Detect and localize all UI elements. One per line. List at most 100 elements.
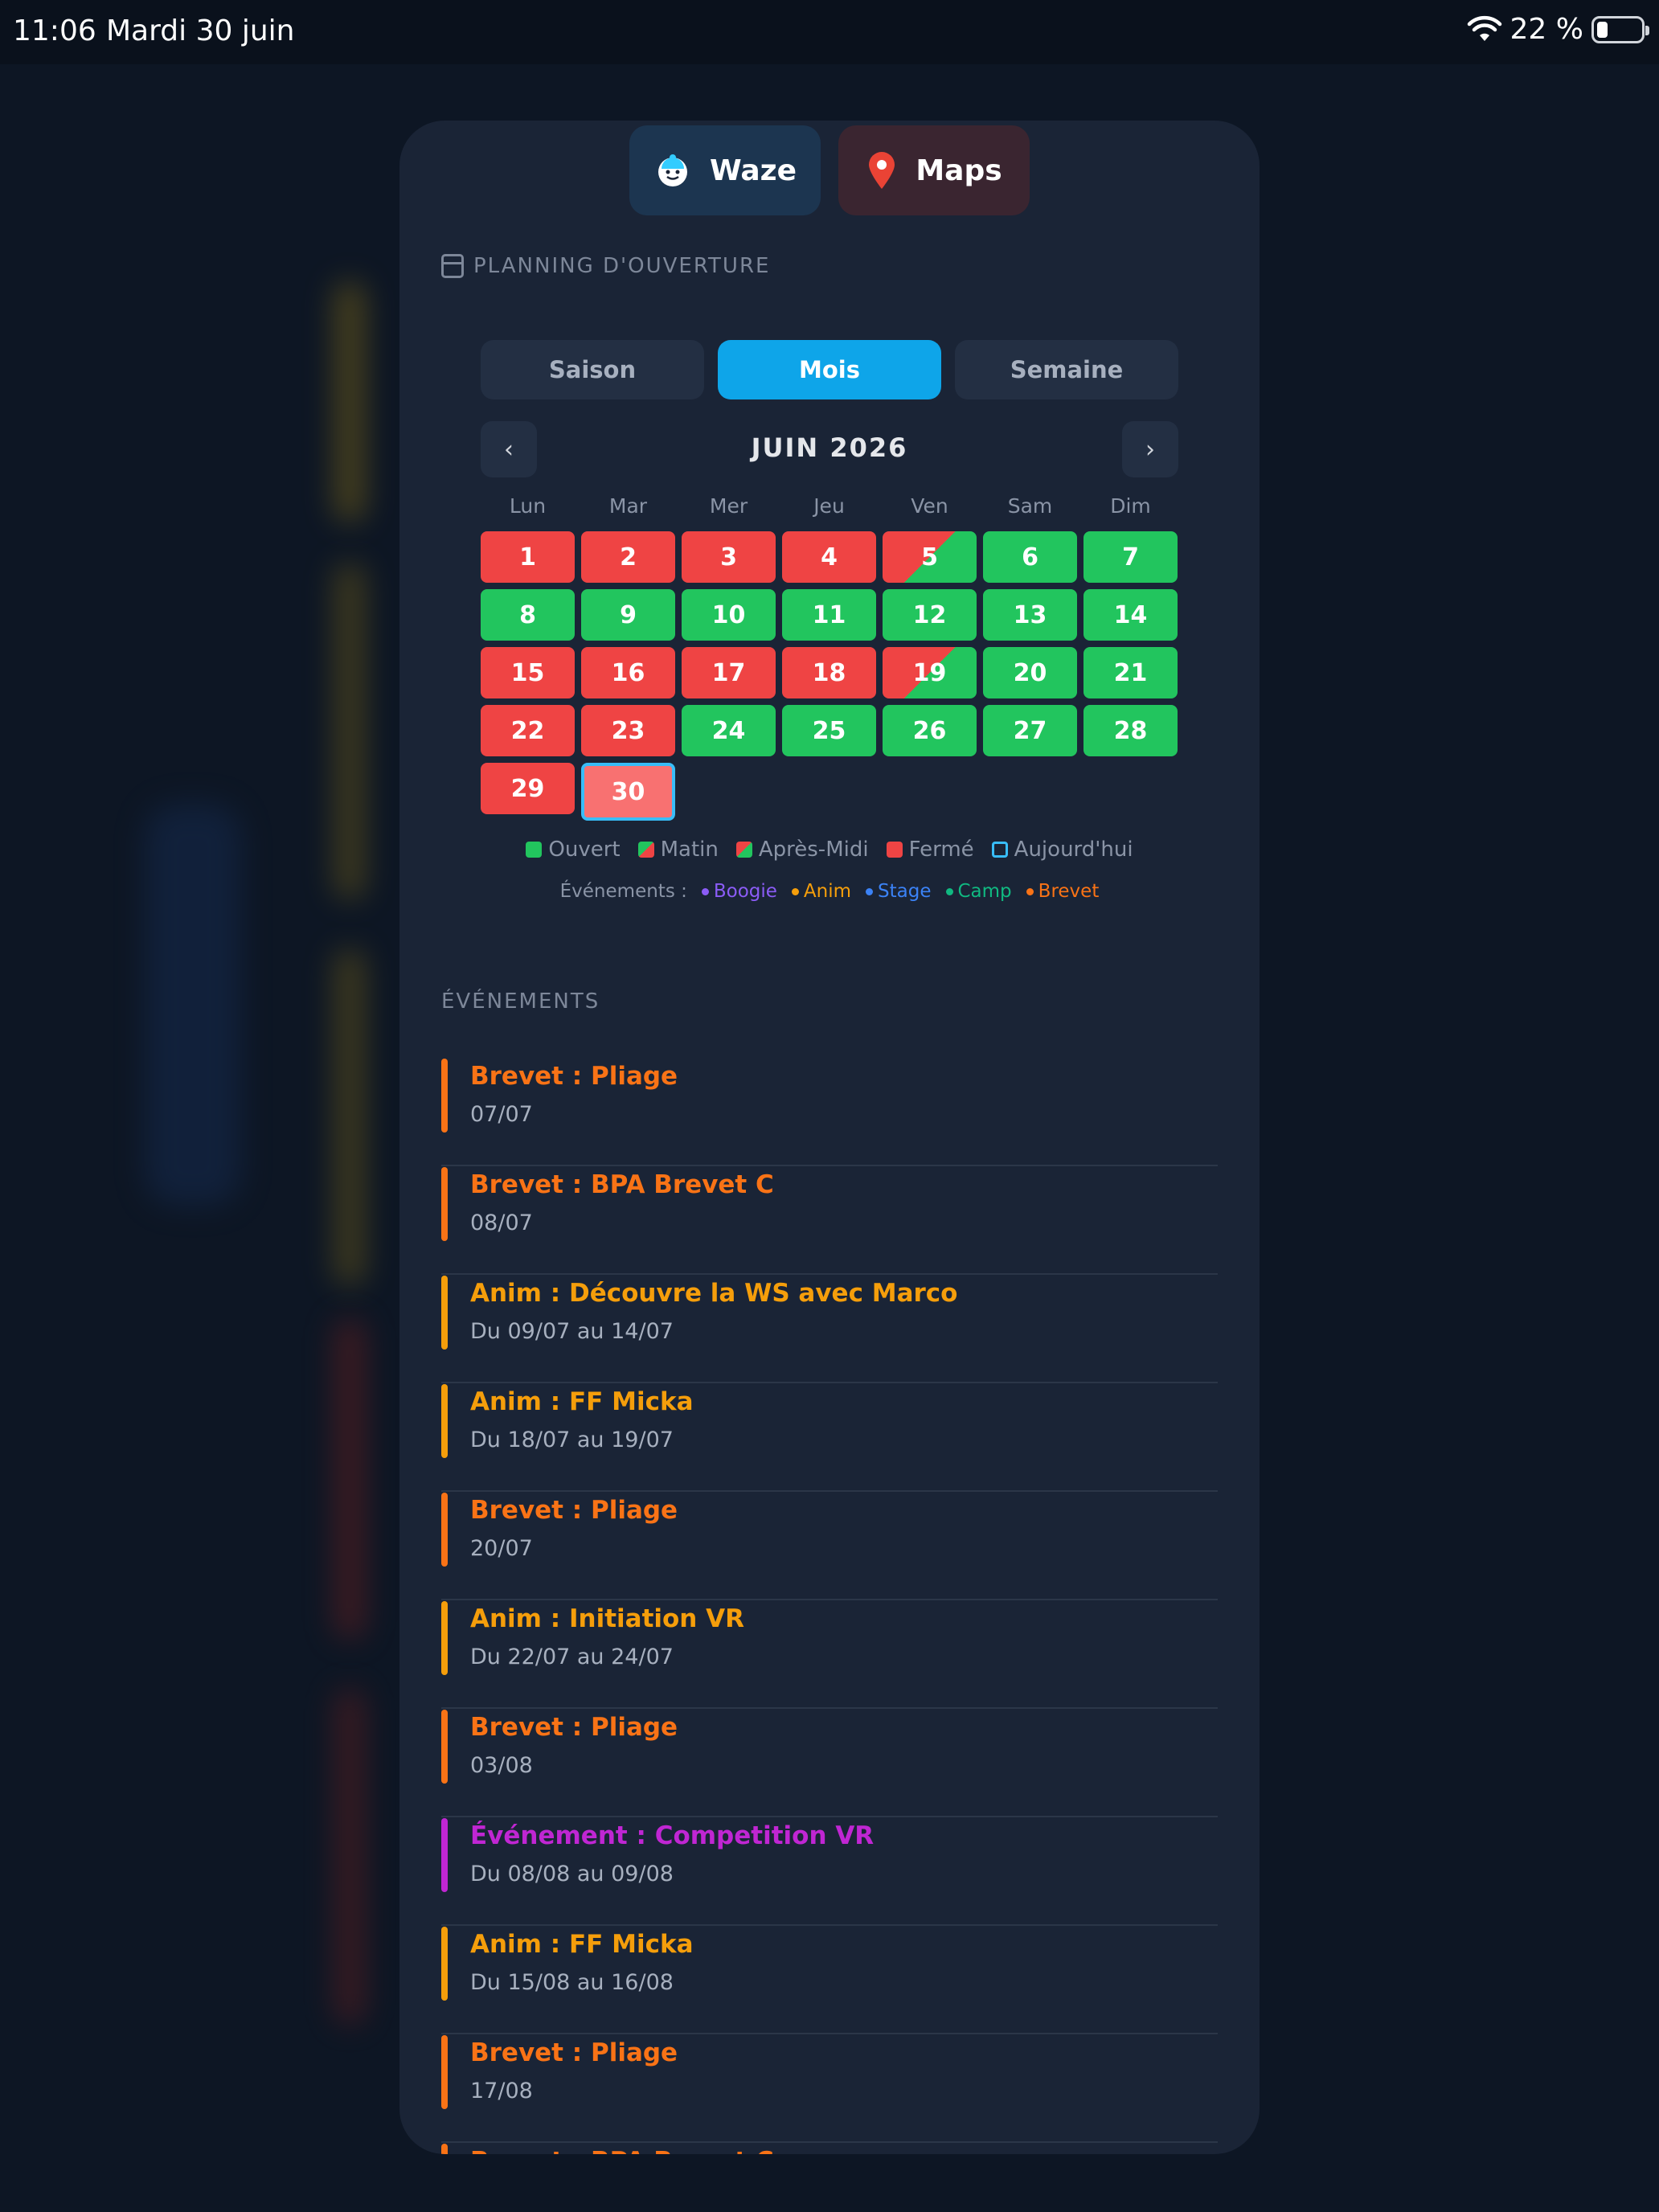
event-item[interactable]: Brevet : BPA Brevet C (441, 2144, 1218, 2154)
event-color-bar (441, 2035, 448, 2109)
calendar-day[interactable]: 5 (883, 531, 977, 583)
calendar-day[interactable]: 9 (581, 589, 675, 641)
legend-swatch (886, 842, 903, 858)
calendar-day[interactable]: 21 (1083, 647, 1178, 698)
tab-saison[interactable]: Saison (481, 340, 704, 399)
event-item[interactable]: Brevet : Pliage 07/07 (441, 1059, 1218, 1166)
calendar-day[interactable]: 18 (782, 647, 876, 698)
navigation-buttons: Waze Maps (399, 125, 1260, 215)
maps-label: Maps (916, 154, 1002, 187)
calendar-day[interactable]: 15 (481, 647, 575, 698)
calendar-icon (441, 254, 464, 278)
tab-mois[interactable]: Mois (718, 340, 941, 399)
weekday-label: Sam (1007, 494, 1053, 518)
event-title: Brevet : BPA Brevet C (470, 1170, 774, 1199)
event-title: Brevet : BPA Brevet C (470, 2147, 774, 2154)
event-item[interactable]: Brevet : Pliage 17/08 (441, 2035, 1218, 2143)
calendar-day[interactable]: 7 (1083, 531, 1178, 583)
calendar-day[interactable]: 13 (983, 589, 1077, 641)
weekday-label: Dim (1110, 494, 1151, 518)
event-item[interactable]: Anim : Initiation VR Du 22/07 au 24/07 (441, 1601, 1218, 1709)
calendar-day[interactable]: 10 (682, 589, 776, 641)
event-item[interactable]: Anim : FF Micka Du 15/08 au 16/08 (441, 1927, 1218, 2034)
legend-label: Aujourd'hui (1014, 838, 1133, 862)
legend-item-morning: Matin (637, 838, 719, 862)
event-item[interactable]: Brevet : Pliage 20/07 (441, 1493, 1218, 1600)
calendar-day[interactable]: 25 (782, 705, 876, 756)
legend-swatch (526, 842, 543, 858)
next-month-button[interactable]: › (1122, 421, 1178, 477)
event-type-dot (791, 887, 799, 895)
calendar-day-today[interactable]: 30 (581, 763, 675, 821)
battery-icon (1591, 15, 1649, 43)
event-title: Brevet : Pliage (470, 1496, 678, 1525)
event-date: 17/08 (470, 2079, 533, 2103)
event-item[interactable]: Anim : Découvre la WS avec Marco Du 09/07… (441, 1276, 1218, 1383)
month-navigation: ‹ JUIN 2026 › (481, 421, 1178, 477)
calendar-day[interactable]: 3 (682, 531, 776, 583)
calendar-day[interactable]: 19 (883, 647, 977, 698)
event-date: Du 09/07 au 14/07 (470, 1319, 674, 1344)
event-type-tag: Camp (945, 881, 1012, 902)
event-date: Du 22/07 au 24/07 (470, 1645, 674, 1669)
calendar-day[interactable]: 28 (1083, 705, 1178, 756)
calendar-day[interactable]: 26 (883, 705, 977, 756)
legend-swatch (637, 842, 654, 858)
tab-semaine[interactable]: Semaine (955, 340, 1178, 399)
event-type-tag: Brevet (1026, 881, 1099, 902)
calendar-day[interactable]: 22 (481, 705, 575, 756)
legend-label: Après-Midi (758, 838, 869, 862)
calendar-day[interactable]: 29 (481, 763, 575, 814)
calendar-day[interactable]: 17 (682, 647, 776, 698)
calendar-day[interactable]: 27 (983, 705, 1077, 756)
calendar-day[interactable]: 23 (581, 705, 675, 756)
calendar-day[interactable]: 12 (883, 589, 977, 641)
calendar-day[interactable]: 1 (481, 531, 575, 583)
map-pin-icon (869, 152, 895, 189)
calendar-day[interactable]: 24 (682, 705, 776, 756)
event-date: Du 15/08 au 16/08 (470, 1970, 674, 1995)
weekday-header: Lun Mar Mer Jeu Ven Sam Dim (481, 494, 1178, 518)
planning-title: PLANNING D'OUVERTURE (441, 254, 770, 278)
event-color-bar (441, 1710, 448, 1784)
legend-label: Matin (660, 838, 719, 862)
view-tabs: Saison Mois Semaine (481, 340, 1178, 399)
bg-blur-bar (334, 281, 366, 522)
event-type-tag: Boogie (701, 881, 777, 902)
battery-percent: 22 % (1509, 13, 1583, 46)
calendar-day[interactable]: 16 (581, 647, 675, 698)
event-type-label: Boogie (713, 881, 777, 902)
calendar-day[interactable]: 14 (1083, 589, 1178, 641)
event-title: Brevet : Pliage (470, 2038, 678, 2067)
event-type-label: Stage (878, 881, 932, 902)
bg-blur-bar (334, 1318, 366, 1640)
event-item[interactable]: Brevet : BPA Brevet C 08/07 (441, 1167, 1218, 1275)
event-item[interactable]: Brevet : Pliage 03/08 (441, 1710, 1218, 1817)
calendar-day[interactable]: 11 (782, 589, 876, 641)
schedule-panel: Waze Maps PLANNING D'OUVERTURE Saison Mo… (399, 121, 1260, 2154)
legend-item-afternoon: Après-Midi (735, 838, 869, 862)
event-type-tag: Anim (791, 881, 851, 902)
calendar-day[interactable]: 2 (581, 531, 675, 583)
waze-button[interactable]: Waze (629, 125, 821, 215)
maps-button[interactable]: Maps (838, 125, 1030, 215)
calendar-day[interactable]: 4 (782, 531, 876, 583)
event-date: Du 08/08 au 09/08 (470, 1862, 674, 1886)
event-title: Anim : FF Micka (470, 1387, 694, 1416)
calendar-day[interactable]: 20 (983, 647, 1077, 698)
event-title: Anim : FF Micka (470, 1930, 694, 1959)
event-item[interactable]: Anim : FF Micka Du 18/07 au 19/07 (441, 1384, 1218, 1492)
event-item[interactable]: Événement : Competition VR Du 08/08 au 09… (441, 1818, 1218, 1926)
calendar-day[interactable]: 6 (983, 531, 1077, 583)
bg-blur-bar (334, 948, 366, 1286)
event-color-bar (441, 2144, 448, 2154)
calendar-day[interactable]: 8 (481, 589, 575, 641)
bg-blur-bar (334, 1688, 366, 2026)
event-type-dot (945, 887, 953, 895)
event-type-dot (701, 887, 709, 895)
event-date: 07/07 (470, 1102, 533, 1127)
event-type-label: Camp (957, 881, 1012, 902)
event-title: Événement : Competition VR (470, 1821, 875, 1850)
weekday-label: Lun (509, 494, 547, 518)
status-time: 11:06 (13, 14, 96, 47)
